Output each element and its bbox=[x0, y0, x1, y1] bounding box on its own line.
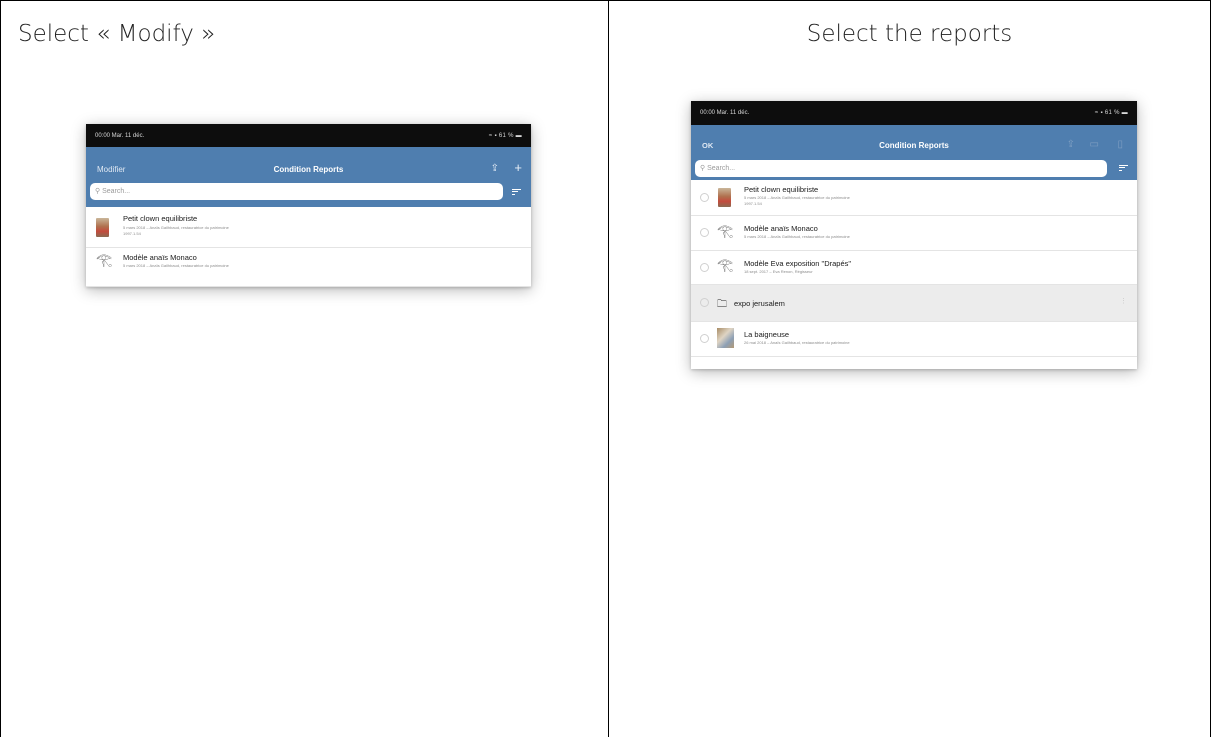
nav-title: Condition Reports bbox=[273, 165, 344, 174]
row-title: expo jerusalem bbox=[734, 299, 785, 308]
right-cell: Select the reports 00:00 Mar. 11 déc. ≈ … bbox=[608, 0, 1211, 737]
sort-icon[interactable] bbox=[1119, 163, 1128, 173]
select-radio[interactable] bbox=[700, 263, 709, 272]
search-placeholder: Search... bbox=[707, 165, 736, 172]
thumbnail-bather bbox=[717, 328, 734, 348]
row-title: La baigneuse bbox=[744, 330, 790, 339]
select-radio[interactable] bbox=[700, 228, 709, 237]
sort-icon[interactable] bbox=[512, 187, 521, 197]
status-time: 00:00 Mar. 11 déc. bbox=[95, 132, 145, 139]
nav-bar: OK Condition Reports ⇪ ▭ ▯ bbox=[691, 125, 1137, 159]
row-subtitle: 26 mai 2018 – Anaïs Gailhbaud, restaurat… bbox=[744, 340, 850, 345]
row-subtitle: 5 mars 2018 – Anaïs Gailhbaud, restaurat… bbox=[744, 234, 850, 239]
row-subtitle: 5 mars 2018 – Anaïs Gailhbaud, restaurat… bbox=[123, 263, 229, 268]
status-indicators: ≈ ▪ 61 % ▬ bbox=[488, 132, 522, 139]
nav-bar: Modifier Condition Reports ⇪ + bbox=[86, 147, 531, 182]
eye-of-horus-icon: 𓂀 bbox=[96, 252, 113, 267]
status-bar: 00:00 Mar. 11 déc. ≈ ▪ 61 % ▬ bbox=[86, 124, 531, 147]
left-cell: Select « Modify » 00:00 Mar. 11 déc. ≈ ▪… bbox=[0, 0, 609, 737]
search-placeholder: Search... bbox=[102, 188, 131, 195]
select-radio[interactable] bbox=[700, 334, 709, 343]
list-item-folder[interactable]: 🗀 expo jerusalem ⋮ bbox=[691, 285, 1137, 322]
list-item[interactable]: La baigneuse 26 mai 2018 – Anaïs Gailhba… bbox=[691, 322, 1137, 357]
left-caption: Select « Modify » bbox=[18, 21, 216, 47]
list-item[interactable]: Petit clown equilibriste 5 mars 2018 – A… bbox=[86, 207, 531, 248]
row-title: Petit clown equilibriste bbox=[123, 214, 198, 223]
left-screenshot: 00:00 Mar. 11 déc. ≈ ▪ 61 % ▬ Modifier C… bbox=[86, 124, 531, 287]
status-bar: 00:00 Mar. 11 déc. ≈ ▪ 61 % ▬ bbox=[691, 101, 1137, 125]
status-time: 00:00 Mar. 11 déc. bbox=[700, 110, 750, 116]
row-title: Modèle anaïs Monaco bbox=[123, 253, 197, 262]
right-screenshot: 00:00 Mar. 11 déc. ≈ ▪ 61 % ▬ OK Conditi… bbox=[691, 101, 1137, 369]
select-radio[interactable] bbox=[700, 193, 709, 202]
eye-of-horus-icon: 𓂀 bbox=[717, 257, 734, 272]
folder-icon: 🗀 bbox=[717, 299, 727, 310]
list-item[interactable]: Petit clown equilibriste 5 mars 2018 – A… bbox=[691, 180, 1137, 216]
right-caption: Select the reports bbox=[806, 21, 1013, 47]
row-reference: 1997.1.54 bbox=[744, 201, 762, 206]
select-radio[interactable] bbox=[700, 298, 709, 307]
row-title: Modèle anaïs Monaco bbox=[744, 224, 818, 233]
list-item[interactable]: 𓂀 Modèle anaïs Monaco 5 mars 2018 – Anaï… bbox=[691, 216, 1137, 251]
share-icon[interactable]: ⇪ bbox=[491, 164, 499, 174]
plus-icon[interactable]: + bbox=[514, 161, 522, 174]
row-title: Petit clown equilibriste bbox=[744, 185, 819, 194]
search-input[interactable]: ⚲ Search... bbox=[90, 183, 503, 200]
search-bar: ⚲ Search... bbox=[86, 182, 531, 207]
eye-of-horus-icon: 𓂀 bbox=[717, 223, 734, 238]
list-item[interactable]: 𓂀 Modèle Eva exposition "Drapés" 18 sept… bbox=[691, 251, 1137, 285]
status-indicators: ≈ ▪ 61 % ▬ bbox=[1094, 110, 1128, 116]
more-icon[interactable]: ⋮ bbox=[1120, 297, 1127, 305]
trash-icon[interactable]: ▯ bbox=[1117, 140, 1123, 150]
row-title: Modèle Eva exposition "Drapés" bbox=[744, 259, 852, 268]
list-item[interactable]: 𓂀 Modèle anaïs Monaco 5 mars 2018 – Anaï… bbox=[86, 248, 531, 287]
row-reference: 1997.1.54 bbox=[123, 231, 141, 236]
folder-move-icon[interactable]: ▭ bbox=[1090, 140, 1099, 150]
thumbnail-clown bbox=[96, 218, 109, 237]
row-subtitle: 18 sept. 2017 – Eva Renon, Régisseur bbox=[744, 269, 813, 274]
row-subtitle: 5 mars 2018 – Anaïs Gailhbaud, restaurat… bbox=[744, 195, 850, 200]
row-subtitle: 5 mars 2018 – Anaïs Gailhbaud, restaurat… bbox=[123, 225, 229, 230]
search-input[interactable]: ⚲ Search... bbox=[695, 160, 1107, 177]
thumbnail-clown bbox=[718, 188, 731, 207]
search-bar: ⚲ Search... bbox=[691, 159, 1137, 180]
share-icon[interactable]: ⇪ bbox=[1067, 140, 1075, 150]
